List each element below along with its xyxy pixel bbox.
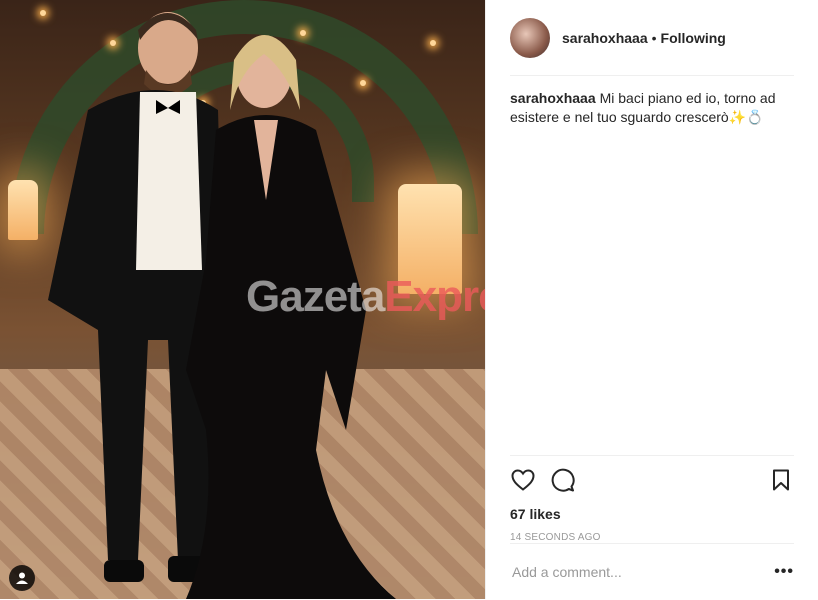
instagram-post: GazetaExpress sarahoxhaaa • Following sa… bbox=[0, 0, 818, 599]
heart-icon bbox=[511, 469, 535, 491]
separator-dot: • bbox=[651, 29, 657, 46]
comment-button[interactable] bbox=[550, 467, 576, 493]
caption-username[interactable]: sarahoxhaaa bbox=[510, 90, 596, 106]
avatar[interactable] bbox=[510, 17, 550, 58]
comment-icon bbox=[551, 468, 575, 492]
comment-input[interactable] bbox=[510, 563, 775, 581]
user-tag-icon bbox=[16, 572, 28, 584]
user-tag-button[interactable] bbox=[9, 565, 35, 591]
comment-bar: ••• bbox=[510, 543, 794, 600]
bookmark-icon bbox=[773, 469, 789, 491]
action-bar bbox=[510, 456, 794, 502]
post-actions-section: 67 likes 14 SECONDS AGO bbox=[510, 455, 794, 543]
post-timestamp[interactable]: 14 SECONDS AGO bbox=[510, 532, 794, 543]
likes-count[interactable]: 67 likes bbox=[510, 506, 794, 522]
post-header: sarahoxhaaa • Following bbox=[510, 0, 794, 76]
post-username[interactable]: sarahoxhaaa bbox=[562, 30, 648, 46]
save-button[interactable] bbox=[768, 467, 794, 493]
string-light bbox=[430, 40, 436, 46]
post-side-panel: sarahoxhaaa • Following sarahoxhaaa Mi ba… bbox=[485, 0, 818, 599]
watermark: GazetaExpress bbox=[246, 272, 485, 321]
following-button[interactable]: Following bbox=[661, 30, 726, 46]
post-caption: sarahoxhaaa Mi baci piano ed io, torno ad… bbox=[510, 89, 794, 127]
more-options-button[interactable]: ••• bbox=[774, 563, 794, 581]
post-photo[interactable]: GazetaExpress bbox=[0, 0, 485, 599]
like-button[interactable] bbox=[510, 467, 536, 493]
